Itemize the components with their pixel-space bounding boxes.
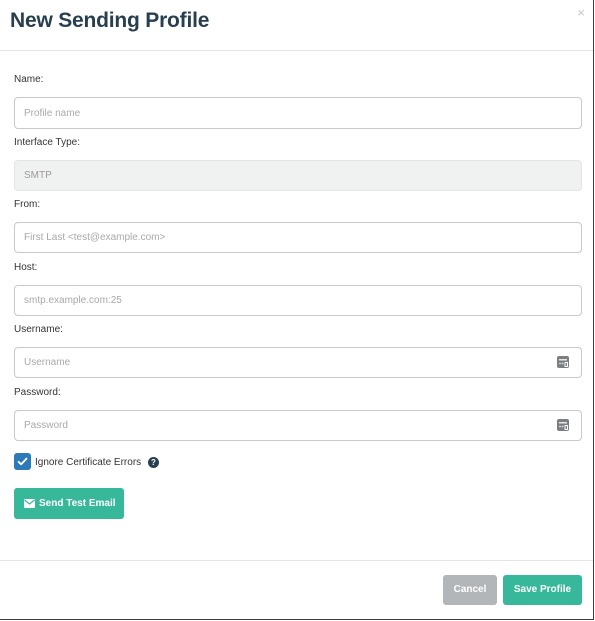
host-input[interactable] [14, 285, 582, 316]
username-input[interactable] [14, 347, 582, 378]
sending-profile-modal: New Sending Profile × Name: Interface Ty… [0, 0, 594, 620]
name-label: Name: [14, 74, 44, 85]
modal-header: New Sending Profile × [0, 0, 593, 51]
cancel-button[interactable]: Cancel [443, 575, 497, 605]
footer-divider [0, 560, 593, 561]
profile-name-input[interactable] [14, 97, 582, 129]
password-label: Password: [14, 387, 61, 398]
question-circle-icon[interactable]: ? [148, 457, 159, 468]
ignore-cert-checkbox[interactable] [14, 453, 31, 470]
send-test-email-label: Send Test Email [39, 498, 116, 509]
envelope-icon [24, 499, 35, 508]
checkmark-icon [17, 457, 28, 466]
ignore-cert-label[interactable]: Ignore Certificate Errors [35, 457, 141, 468]
send-test-email-button[interactable]: Send Test Email [14, 488, 124, 519]
password-input[interactable] [14, 410, 582, 441]
username-label: Username: [14, 324, 63, 335]
key-manager-icon[interactable] [557, 356, 569, 368]
save-profile-button[interactable]: Save Profile [503, 575, 582, 605]
key-manager-icon[interactable] [557, 419, 569, 431]
close-icon[interactable]: × [577, 5, 585, 21]
modal-title: New Sending Profile [10, 9, 210, 32]
interface-type-field [14, 160, 582, 191]
host-label: Host: [14, 262, 38, 273]
from-label: From: [14, 199, 41, 210]
from-input[interactable] [14, 222, 582, 253]
interface-type-label: Interface Type: [14, 137, 80, 148]
